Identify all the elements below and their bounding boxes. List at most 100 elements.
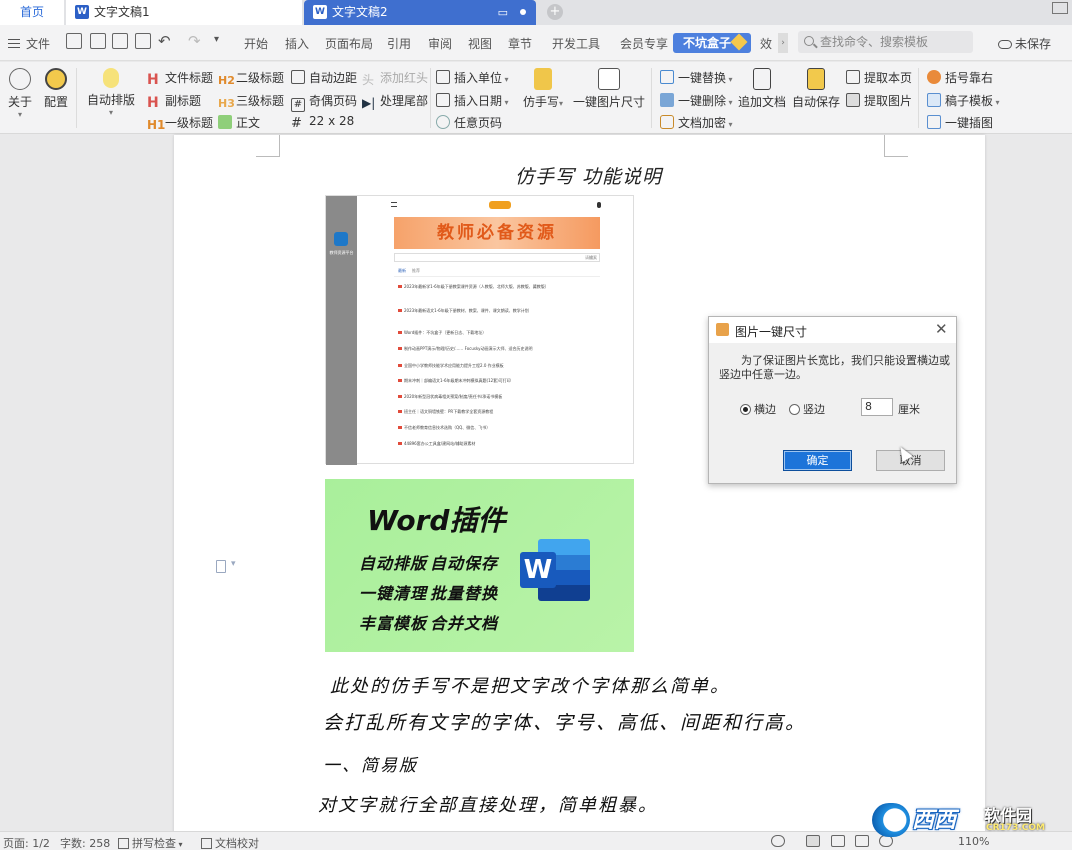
menu-member[interactable]: 会员专享: [620, 35, 668, 52]
auto-layout-button[interactable]: 自动排版 ▾: [86, 68, 136, 117]
menu-developer[interactable]: 开发工具: [552, 35, 600, 52]
save-icon[interactable]: [66, 33, 82, 49]
promo-feature: 丰富模板: [359, 614, 428, 633]
watermark-url: CR173.COM: [986, 823, 1045, 833]
bracket-align-button[interactable]: 括号靠右: [927, 69, 993, 86]
close-icon[interactable]: ✕: [935, 320, 948, 338]
auto-save-button[interactable]: 自动保存: [792, 68, 840, 110]
file-menu[interactable]: 文件: [8, 35, 50, 52]
body-text-icon: [218, 115, 232, 129]
proofread-button[interactable]: 文档校对: [201, 835, 259, 850]
odd-even-page-button[interactable]: # 奇偶页码: [291, 92, 357, 112]
redo-icon[interactable]: ↷: [188, 32, 201, 50]
export-pdf-icon[interactable]: [90, 33, 106, 49]
menu-insert[interactable]: 插入: [285, 35, 309, 52]
append-doc-button[interactable]: 追加文档: [738, 68, 786, 110]
menu-references[interactable]: 引用: [387, 35, 411, 52]
insert-date-button[interactable]: 插入日期 ▾: [436, 92, 509, 109]
one-click-delete-button[interactable]: 一键删除 ▾: [660, 92, 733, 109]
tab-document-2[interactable]: W 文字文稿2 ▭: [304, 0, 536, 25]
menu-scroll-right-icon[interactable]: ›: [778, 33, 788, 53]
dropdown-arrow-icon: ▾: [176, 840, 183, 849]
grid-button[interactable]: #22 x 28: [291, 114, 354, 131]
print-icon[interactable]: [112, 33, 128, 49]
menu-bukeng-box[interactable]: 不坑盒子: [673, 33, 751, 53]
undo-icon[interactable]: ↶: [158, 32, 171, 50]
page-count[interactable]: 页面: 1/2: [3, 835, 50, 850]
handle-tail-button[interactable]: ▶| 处理尾部: [362, 92, 428, 110]
radio-vertical[interactable]: 竖边: [789, 401, 825, 417]
watermark-logo-text: 西西: [912, 808, 957, 833]
ok-button[interactable]: 确定: [783, 450, 852, 471]
radio-horizontal[interactable]: 横边: [740, 401, 776, 417]
auto-margin-button[interactable]: 自动边距: [291, 69, 357, 86]
dialog-title: 图片一键尺寸: [735, 325, 808, 339]
tab-document-1[interactable]: W 文字文稿1: [66, 0, 302, 25]
embedded-website-screenshot[interactable]: 教师资源平台 教师必备资源 请输入 搜索 最新 推荐 2023年最新学1-6年级下册…: [325, 195, 634, 465]
paragraph-options-icon[interactable]: [216, 559, 236, 573]
pagenum-icon: [436, 115, 450, 129]
insert-unit-label: 插入单位: [454, 71, 503, 85]
word-plugin-promo-image[interactable]: Word插件 自动排版 自动保存 一键清理 批量替换 丰富模板 合并文档 W: [325, 479, 634, 652]
draft-template-button[interactable]: 稿子模板 ▾: [927, 92, 1000, 109]
ribbon-divider: [430, 68, 431, 128]
menu-overflow[interactable]: 效: [760, 35, 772, 52]
calendar-icon: [436, 93, 450, 107]
tab-home[interactable]: 首页: [0, 0, 64, 25]
command-search-input[interactable]: 查找命令、搜索模板: [798, 31, 973, 53]
heading-h1-icon: H1: [147, 118, 166, 132]
menu-view[interactable]: 视图: [468, 35, 492, 52]
cloud-save-status[interactable]: 未保存: [998, 35, 1051, 52]
extract-page-label: 提取本页: [864, 71, 913, 85]
word-count[interactable]: 字数: 258: [60, 835, 110, 850]
trash-icon: [660, 93, 674, 107]
reading-view-icon[interactable]: [855, 835, 869, 847]
insert-unit-button[interactable]: 插入单位 ▾: [436, 69, 509, 86]
eye-protection-icon[interactable]: [771, 835, 785, 847]
add-redhead-button[interactable]: 头添加红头: [362, 69, 428, 87]
unsaved-dot-icon[interactable]: [520, 9, 526, 15]
cloud-icon: [998, 40, 1012, 49]
about-button[interactable]: 关于 ▾: [6, 68, 34, 119]
subtitle-button[interactable]: H 副标题: [147, 92, 201, 110]
one-click-chart-button[interactable]: 一键插图: [927, 114, 993, 131]
screenshot-tab-latest: 最新: [398, 268, 406, 273]
page-view-icon[interactable]: [806, 835, 820, 847]
menu-chapter[interactable]: 章节: [508, 35, 532, 52]
window-restore-icon[interactable]: [1052, 2, 1068, 14]
append-doc-icon: [753, 68, 771, 90]
doc-encrypt-button[interactable]: 文档加密 ▾: [660, 114, 733, 131]
dropdown-arrow-icon: ▾: [108, 108, 113, 117]
screenshot-sidebar: 教师资源平台: [326, 196, 357, 465]
menu-review[interactable]: 审阅: [428, 35, 452, 52]
one-click-replace-button[interactable]: 一键替换 ▾: [660, 69, 733, 86]
menu-start[interactable]: 开始: [244, 35, 268, 52]
spellcheck-toggle[interactable]: 拼写检查 ▾: [118, 835, 183, 850]
heading2-button[interactable]: H2二级标题: [218, 69, 284, 88]
heading3-button[interactable]: H3三级标题: [218, 92, 284, 111]
new-tab-button[interactable]: +: [547, 4, 563, 20]
heading1-button[interactable]: H1一级标题: [147, 114, 213, 132]
hash-icon: #: [291, 98, 305, 112]
menu-page-layout[interactable]: 页面布局: [325, 35, 373, 52]
screenshot-search-button: 搜索: [589, 255, 597, 260]
dialog-titlebar[interactable]: 图片一键尺寸 ✕: [709, 317, 956, 343]
imitate-handwriting-button[interactable]: 仿手写▾: [518, 68, 568, 110]
extract-image-button[interactable]: 提取图片: [846, 92, 912, 109]
quick-access-more-icon[interactable]: ▾: [214, 34, 219, 45]
extract-page-button[interactable]: 提取本页: [846, 69, 912, 86]
list-item: 44896套办公工具盒/建网站/辅助源素材: [398, 441, 475, 447]
outline-view-icon[interactable]: [831, 835, 845, 847]
body-text-button[interactable]: 正文: [218, 114, 260, 131]
config-button[interactable]: 配置: [42, 68, 70, 110]
print-preview-icon[interactable]: [135, 33, 151, 49]
one-click-img-size-button[interactable]: 一键图片尺寸: [573, 68, 645, 110]
heading-doc-button[interactable]: H 文件标题: [147, 69, 213, 87]
size-unit-label: 厘米: [898, 403, 920, 416]
monitor-icon[interactable]: ▭: [498, 0, 508, 25]
promo-feature: 自动排版: [359, 554, 428, 573]
dropdown-arrow-icon: ▾: [726, 120, 733, 129]
any-pagenum-button[interactable]: 任意页码: [436, 114, 502, 131]
size-input[interactable]: 8: [861, 398, 893, 416]
play-tail-icon: ▶|: [362, 96, 376, 110]
